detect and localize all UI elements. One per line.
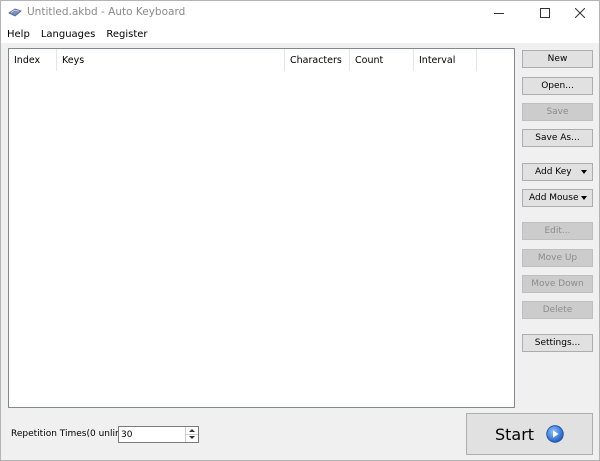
- column-header-keys[interactable]: Keys: [57, 49, 285, 71]
- settings-button[interactable]: Settings...: [522, 334, 593, 352]
- repetition-input[interactable]: [119, 427, 185, 442]
- title-bar: Untitled.akbd - Auto Keyboard: [1, 1, 599, 25]
- close-icon: [575, 8, 585, 18]
- new-button[interactable]: New: [522, 50, 593, 68]
- maximize-button[interactable]: [525, 1, 565, 25]
- repetition-stepper[interactable]: [118, 426, 199, 443]
- maximize-icon: [540, 8, 550, 18]
- save-as-button[interactable]: Save As...: [522, 129, 593, 147]
- stepper-up-icon[interactable]: [186, 427, 198, 434]
- minimize-button[interactable]: [479, 1, 519, 25]
- move-up-button[interactable]: Move Up: [522, 249, 593, 267]
- column-header-interval[interactable]: Interval: [414, 49, 477, 71]
- save-button[interactable]: Save: [522, 103, 593, 121]
- stepper-arrows: [185, 427, 198, 442]
- edit-button[interactable]: Edit...: [522, 222, 593, 240]
- column-header-count[interactable]: Count: [350, 49, 414, 71]
- dropdown-arrow-icon: [581, 170, 587, 174]
- add-mouse-button[interactable]: Add Mouse: [522, 189, 593, 207]
- delete-button[interactable]: Delete: [522, 301, 593, 319]
- menu-languages[interactable]: Languages: [41, 29, 96, 40]
- dropdown-arrow-icon: [581, 196, 587, 200]
- add-mouse-label: Add Mouse: [529, 193, 579, 203]
- add-key-label: Add Key: [535, 167, 572, 177]
- move-down-button[interactable]: Move Down: [522, 275, 593, 293]
- column-header-characters[interactable]: Characters: [285, 49, 350, 71]
- list-header: Index Keys Characters Count Interval: [9, 49, 514, 71]
- open-button[interactable]: Open...: [522, 77, 593, 95]
- menu-register[interactable]: Register: [106, 29, 147, 40]
- start-button[interactable]: Start: [466, 413, 593, 455]
- play-icon: [546, 425, 564, 443]
- add-key-button[interactable]: Add Key: [522, 163, 593, 181]
- keyboard-app-icon: [8, 8, 22, 17]
- start-label: Start: [494, 424, 535, 444]
- minimize-icon: [494, 13, 504, 14]
- menu-help[interactable]: Help: [7, 29, 30, 40]
- menu-bar: Help Languages Register: [1, 25, 599, 43]
- stepper-down-icon[interactable]: [186, 434, 198, 441]
- window-title: Untitled.akbd - Auto Keyboard: [27, 6, 186, 18]
- app-window: Untitled.akbd - Auto Keyboard Help Langu…: [0, 0, 600, 461]
- close-button[interactable]: [560, 1, 600, 25]
- action-list[interactable]: Index Keys Characters Count Interval: [8, 48, 515, 408]
- column-header-index[interactable]: Index: [9, 49, 57, 71]
